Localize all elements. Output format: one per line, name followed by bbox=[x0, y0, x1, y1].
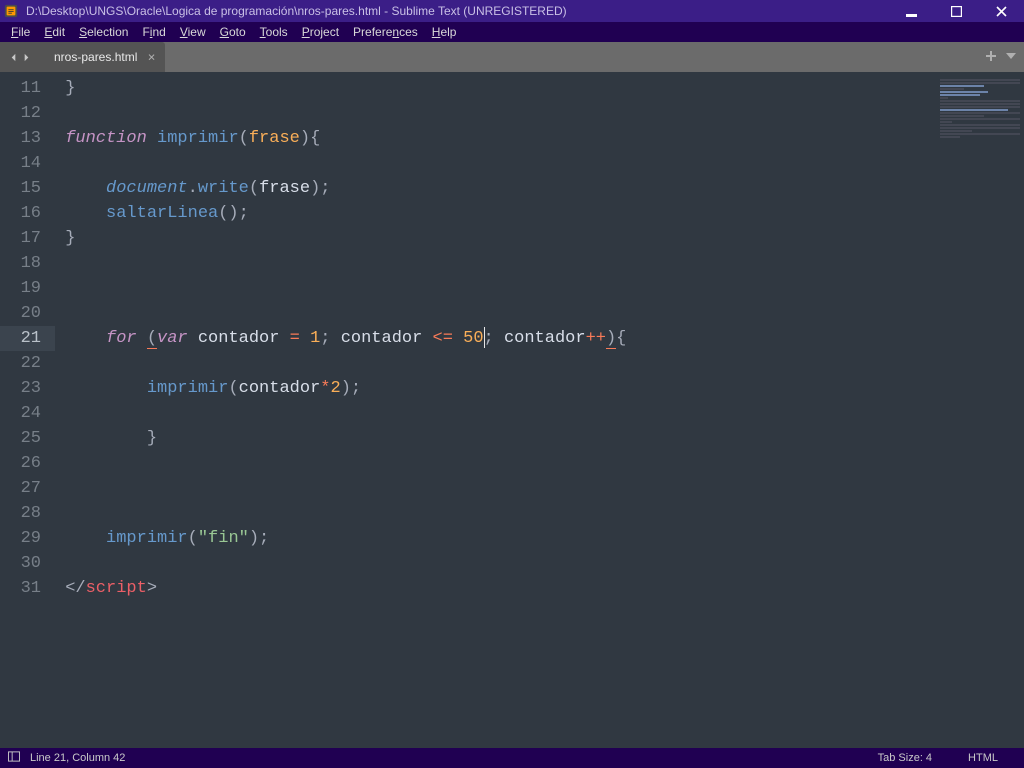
line-number: 21 bbox=[0, 326, 55, 351]
menu-view[interactable]: View bbox=[173, 22, 213, 42]
line-number: 20 bbox=[0, 301, 55, 326]
line-number: 13 bbox=[0, 126, 55, 151]
line-number: 15 bbox=[0, 176, 55, 201]
tab-label: nros-pares.html bbox=[54, 50, 137, 64]
window-titlebar: D:\Desktop\UNGS\Oracle\Logica de program… bbox=[0, 0, 1024, 22]
line-number-gutter[interactable]: 11 12 13 14 15 16 17 18 19 20 21 22 23 2… bbox=[0, 72, 55, 748]
maximize-button[interactable] bbox=[934, 0, 979, 22]
line-number: 17 bbox=[0, 226, 55, 251]
menu-file[interactable]: File bbox=[4, 22, 37, 42]
window-title: D:\Desktop\UNGS\Oracle\Logica de program… bbox=[22, 4, 889, 18]
panel-switcher-icon[interactable] bbox=[8, 751, 20, 765]
menu-selection[interactable]: Selection bbox=[72, 22, 135, 42]
editor-pane: 11 12 13 14 15 16 17 18 19 20 21 22 23 2… bbox=[0, 72, 1024, 748]
menu-project[interactable]: Project bbox=[295, 22, 346, 42]
menu-preferences[interactable]: Preferences bbox=[346, 22, 425, 42]
line-number: 29 bbox=[0, 526, 55, 551]
line-number: 12 bbox=[0, 101, 55, 126]
line-number: 22 bbox=[0, 351, 55, 376]
line-number: 14 bbox=[0, 151, 55, 176]
line-number: 16 bbox=[0, 201, 55, 226]
tab-bar: nros-pares.html × bbox=[0, 42, 1024, 72]
tab-nros-pares[interactable]: nros-pares.html × bbox=[40, 42, 165, 72]
menu-find[interactable]: Find bbox=[135, 22, 172, 42]
line-number: 26 bbox=[0, 451, 55, 476]
tab-size-selector[interactable]: Tab Size: 4 bbox=[860, 752, 950, 764]
syntax-selector[interactable]: HTML bbox=[950, 752, 1016, 764]
menu-goto[interactable]: Goto bbox=[213, 22, 253, 42]
menu-tools[interactable]: Tools bbox=[253, 22, 295, 42]
line-number: 18 bbox=[0, 251, 55, 276]
menu-help[interactable]: Help bbox=[425, 22, 464, 42]
tab-history-nav[interactable] bbox=[0, 42, 40, 72]
line-number: 11 bbox=[0, 76, 55, 101]
line-number: 30 bbox=[0, 551, 55, 576]
line-number: 24 bbox=[0, 401, 55, 426]
line-number: 19 bbox=[0, 276, 55, 301]
line-number: 27 bbox=[0, 476, 55, 501]
line-number: 31 bbox=[0, 576, 55, 601]
tab-close-icon[interactable]: × bbox=[148, 50, 156, 65]
line-number: 25 bbox=[0, 426, 55, 451]
app-icon bbox=[0, 0, 22, 22]
code-area[interactable]: } function imprimir(frase){ document.wri… bbox=[55, 72, 1024, 748]
minimize-button[interactable] bbox=[889, 0, 934, 22]
menu-edit[interactable]: Edit bbox=[37, 22, 72, 42]
tab-dropdown-button[interactable] bbox=[1006, 48, 1016, 66]
cursor-position: Line 21, Column 42 bbox=[30, 752, 125, 764]
close-button[interactable] bbox=[979, 0, 1024, 22]
new-tab-button[interactable] bbox=[986, 48, 996, 66]
menu-bar: File Edit Selection Find View Goto Tools… bbox=[0, 22, 1024, 42]
status-bar: Line 21, Column 42 Tab Size: 4 HTML bbox=[0, 748, 1024, 768]
line-number: 28 bbox=[0, 501, 55, 526]
line-number: 23 bbox=[0, 376, 55, 401]
text-caret bbox=[484, 327, 485, 348]
